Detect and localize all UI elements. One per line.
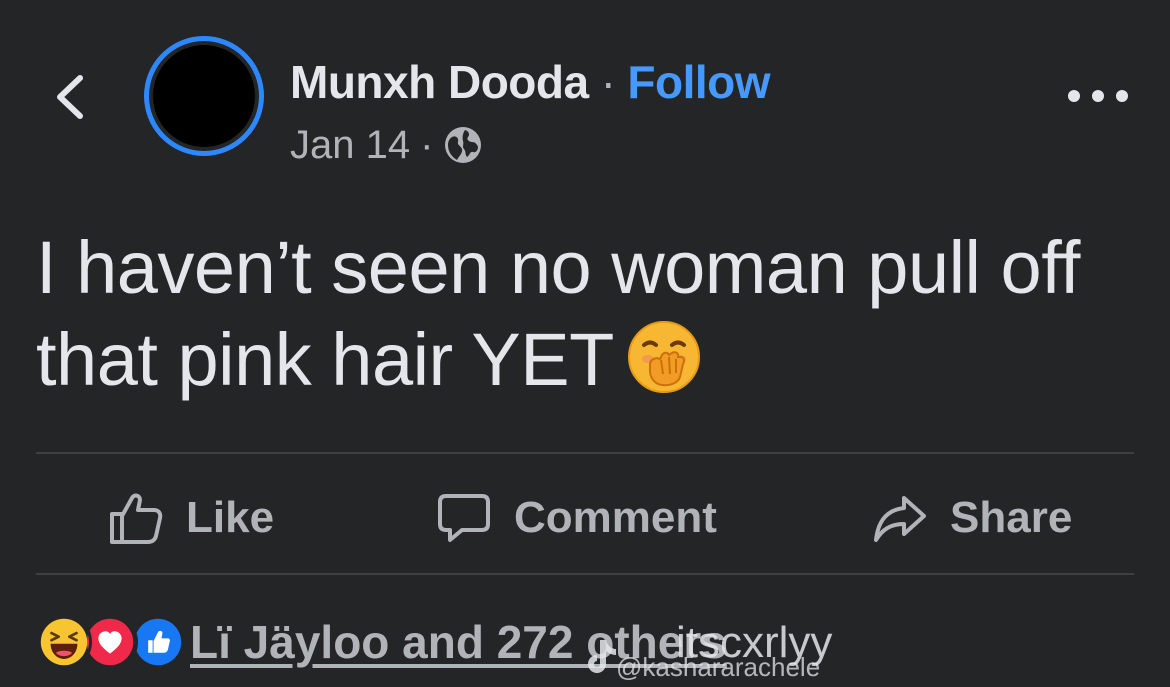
meta-separator: ·	[420, 122, 434, 167]
share-button[interactable]: Share	[872, 480, 1072, 556]
share-arrow-icon	[874, 496, 926, 542]
back-button[interactable]	[48, 70, 92, 124]
post-timestamp[interactable]: Jan 14	[290, 123, 410, 168]
comment-button[interactable]: Comment	[436, 480, 717, 556]
more-dot-icon	[1068, 90, 1080, 102]
globe-icon	[445, 127, 482, 163]
comment-label: Comment	[514, 493, 717, 542]
more-dot-icon	[1116, 90, 1128, 102]
reactions-summary[interactable]: Lï Jäyloo and 272 others	[36, 612, 727, 672]
like-reaction-icon	[130, 614, 186, 670]
facebook-post-screen: Munxh Dooda · Follow Jan 14 · I haven’t …	[0, 0, 1170, 687]
reaction-icons	[36, 614, 186, 670]
more-options-button[interactable]	[1068, 80, 1128, 112]
like-label: Like	[186, 493, 275, 542]
like-button[interactable]: Like	[108, 480, 274, 556]
author-name[interactable]: Munxh Dooda	[290, 55, 589, 109]
chevron-left-icon	[57, 75, 83, 119]
thumbs-up-icon	[110, 493, 163, 544]
divider-top	[36, 452, 1134, 454]
post-text: I haven’t seen no woman pull off that pi…	[36, 226, 1081, 401]
divider-bottom	[36, 573, 1134, 575]
more-dot-icon	[1092, 90, 1104, 102]
post-meta: Jan 14 ·	[290, 122, 483, 168]
comment-bubble-icon	[438, 494, 490, 542]
face-with-hand-over-mouth-emoji	[627, 321, 700, 393]
haha-reaction-icon	[36, 614, 92, 670]
post-header: Munxh Dooda · Follow	[290, 52, 771, 112]
reactions-summary-text[interactable]: Lï Jäyloo and 272 others	[190, 615, 727, 669]
share-label: Share	[950, 493, 1073, 542]
follow-button[interactable]: Follow	[627, 55, 770, 109]
header-separator: ·	[600, 56, 616, 108]
avatar-story-ring[interactable]	[144, 36, 264, 156]
post-body: I haven’t seen no woman pull off that pi…	[36, 222, 1156, 406]
avatar	[153, 45, 255, 147]
